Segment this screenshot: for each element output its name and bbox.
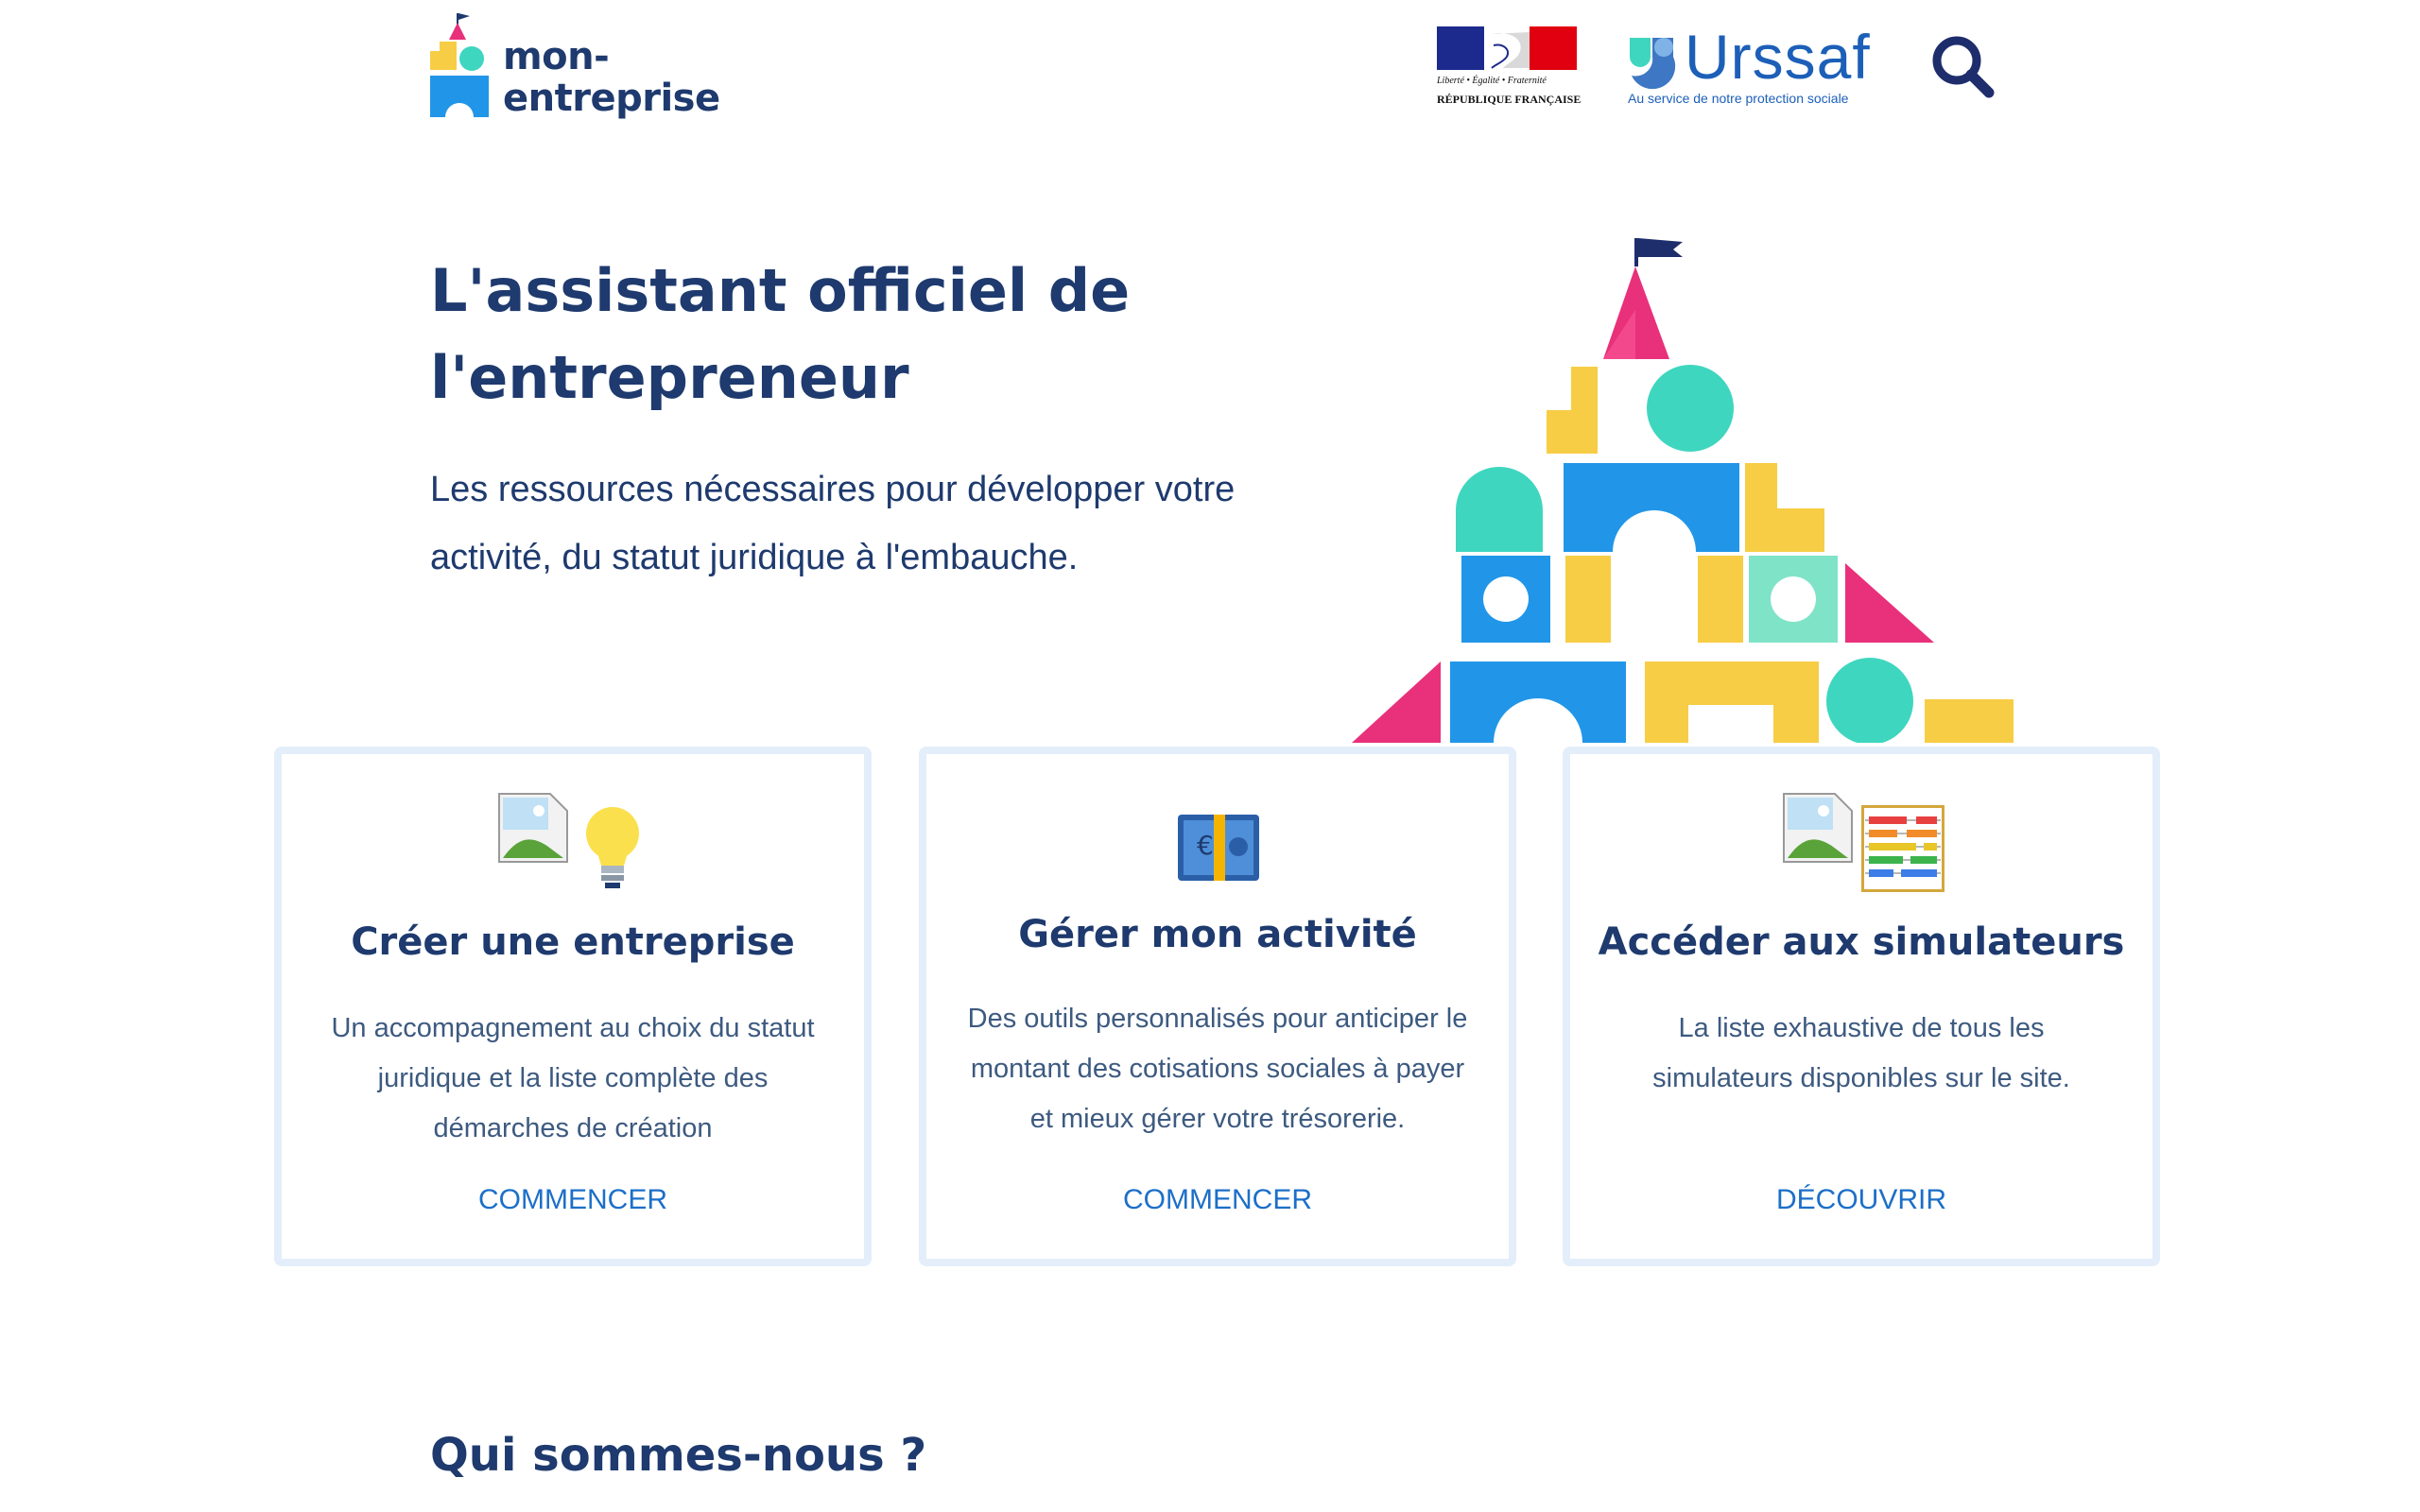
svg-text:€: € — [1197, 830, 1214, 861]
broken-image-icon — [1783, 793, 1853, 863]
marianne-motto: Liberté • Égalité • Fraternité — [1437, 76, 1547, 86]
hero-subtitle: Les ressources nécessaires pour développ… — [430, 470, 1236, 577]
urssaf-tagline: Au service de notre protection sociale — [1628, 91, 1849, 106]
card-description: Des outils personnalisés pour anticiper … — [967, 1004, 1468, 1134]
card-icons — [1570, 792, 2152, 905]
card-description: Un accompagnement au choix du statut jur… — [331, 1013, 815, 1143]
hero-title: L'assistant officiel de l'entrepreneur — [430, 256, 1131, 412]
start-create-link[interactable]: COMMENCER — [282, 1184, 864, 1216]
card-icons — [282, 792, 864, 905]
card-title: Créer une entreprise — [351, 920, 795, 964]
about-title: Qui sommes-nous ? — [430, 1429, 927, 1482]
card-icons: € — [926, 792, 1509, 905]
start-manage-link[interactable]: COMMENCER — [926, 1184, 1509, 1216]
card-create-company[interactable]: Créer une entreprise Un accompagnement a… — [274, 747, 872, 1266]
card-title: Accéder aux simulateurs — [1598, 920, 2125, 964]
logo-text-line2: entreprise — [503, 77, 720, 120]
card-title: Gérer mon activité — [1018, 913, 1417, 956]
urssaf-name: Urssaf — [1685, 22, 1871, 92]
card-simulators[interactable]: Accéder aux simulateurs La liste exhaust… — [1563, 747, 2160, 1266]
abacus-icon — [1861, 805, 1945, 892]
logo-text-line1: mon- — [503, 35, 610, 78]
card-description: La liste exhaustive de tous les simulate… — [1652, 1013, 2070, 1093]
search-icon[interactable] — [1928, 32, 1996, 100]
broken-image-icon — [498, 793, 568, 863]
card-manage-activity[interactable]: € Gérer mon activité Des outils personna… — [919, 747, 1516, 1266]
republique-francaise-label: RÉPUBLIQUE FRANÇAISE — [1437, 93, 1582, 106]
logo-wordmark: mon- entreprise — [503, 36, 720, 119]
lightbulb-icon — [586, 807, 639, 888]
castle-illustration — [1352, 238, 2014, 743]
euro-banknote-icon: € — [1178, 815, 1259, 881]
discover-simulators-link[interactable]: DÉCOUVRIR — [1570, 1184, 2152, 1216]
